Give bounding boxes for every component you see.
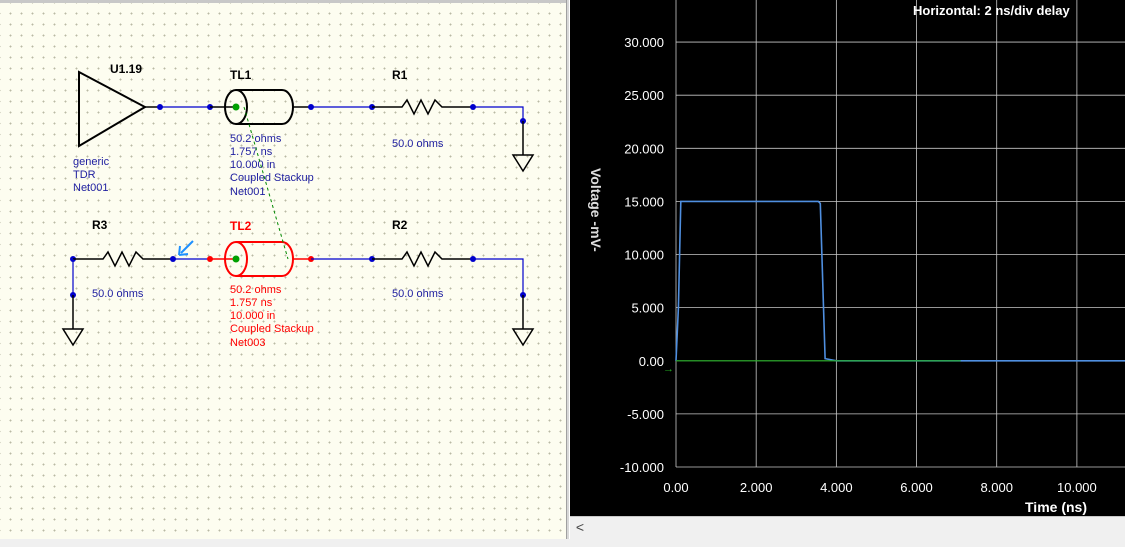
ground-icon <box>511 295 535 347</box>
r3-refdes: R3 <box>92 218 108 232</box>
tl2-net: Net003 <box>230 337 265 349</box>
r3-symbol[interactable] <box>73 250 173 268</box>
node-dot <box>157 104 163 110</box>
x-tick-label: 10.000 <box>1057 480 1097 495</box>
x-axis-label: Time (ns) <box>1025 499 1087 515</box>
driver-refdes: U1.19 <box>110 62 142 76</box>
r2-refdes: R2 <box>392 218 408 232</box>
r1-value: 50.0 ohms <box>392 138 444 150</box>
r1-refdes: R1 <box>392 68 408 82</box>
y-tick-label: 15.000 <box>624 194 664 209</box>
tl1-net: Net001 <box>230 186 265 198</box>
driver-u1-19[interactable] <box>78 70 160 148</box>
x-tick-label: 6.000 <box>900 480 933 495</box>
x-tick-label: 2.000 <box>740 480 773 495</box>
horizontal-scrollbar[interactable]: < <box>570 516 1125 539</box>
y-axis-label: Voltage -mV- <box>588 168 604 252</box>
tl2-length: 10.000 in <box>230 310 275 322</box>
y-tick-label: 0.00 <box>639 354 664 369</box>
r3-value: 50.0 ohms <box>92 288 144 300</box>
tl2-symbol[interactable] <box>210 241 311 277</box>
x-tick-label: 8.000 <box>980 480 1013 495</box>
oscilloscope-panel[interactable]: 35.00030.00025.00020.00015.00010.0005.00… <box>570 0 1125 516</box>
probe-cursor-icon <box>178 240 194 256</box>
zero-marker-icon: → <box>663 363 674 375</box>
driver-net-label: Net001 <box>73 182 108 194</box>
tl1-symbol[interactable] <box>210 89 311 125</box>
tl2-stackup: Coupled Stackup <box>230 323 314 335</box>
y-tick-label: -10.000 <box>620 460 664 475</box>
y-tick-label: 10.000 <box>624 248 664 263</box>
wire-r2-ground[interactable] <box>473 258 524 295</box>
tl1-refdes: TL1 <box>230 68 252 82</box>
node-dot <box>308 104 314 110</box>
tl2-delay: 1.757 ns <box>230 297 273 309</box>
driver-type-label: TDR <box>73 169 96 181</box>
tl1-delay: 1.757 ns <box>230 146 273 158</box>
tl1-stackup: Coupled Stackup <box>230 172 314 184</box>
tl2-refdes: TL2 <box>230 219 252 233</box>
ground-icon <box>61 295 85 347</box>
tdr-trace-line <box>675 200 1125 362</box>
horizontal-scale-header: Horizontal: 2 ns/div delay <box>913 3 1071 18</box>
wire-r1-ground[interactable] <box>473 106 524 121</box>
scope-plot[interactable]: 35.00030.00025.00020.00015.00010.0005.00… <box>570 0 1125 516</box>
ground-icon <box>511 121 535 173</box>
y-tick-label: 5.000 <box>631 301 664 316</box>
y-tick-label: -5.000 <box>627 407 664 422</box>
y-tick-label: 20.000 <box>624 141 664 156</box>
y-tick-label: 30.000 <box>624 35 664 50</box>
r2-symbol[interactable] <box>372 250 473 268</box>
tl1-length: 10.000 in <box>230 159 275 171</box>
x-tick-label: 4.000 <box>820 480 853 495</box>
r2-value: 50.0 ohms <box>392 288 444 300</box>
tl2-impedance: 50.2 ohms <box>230 284 282 296</box>
x-tick-label: 0.00 <box>663 480 688 495</box>
schematic-drawing[interactable]: U1.19 generic TDR Net001 TL1 50.2 ohms 1… <box>0 3 566 542</box>
r1-symbol[interactable] <box>372 98 473 116</box>
tl1-impedance: 50.2 ohms <box>230 133 282 145</box>
scroll-left-arrow[interactable]: < <box>570 517 590 539</box>
y-tick-label: 25.000 <box>624 88 664 103</box>
driver-model-label: generic <box>73 156 110 168</box>
schematic-canvas[interactable]: U1.19 generic TDR Net001 TL1 50.2 ohms 1… <box>0 0 566 539</box>
